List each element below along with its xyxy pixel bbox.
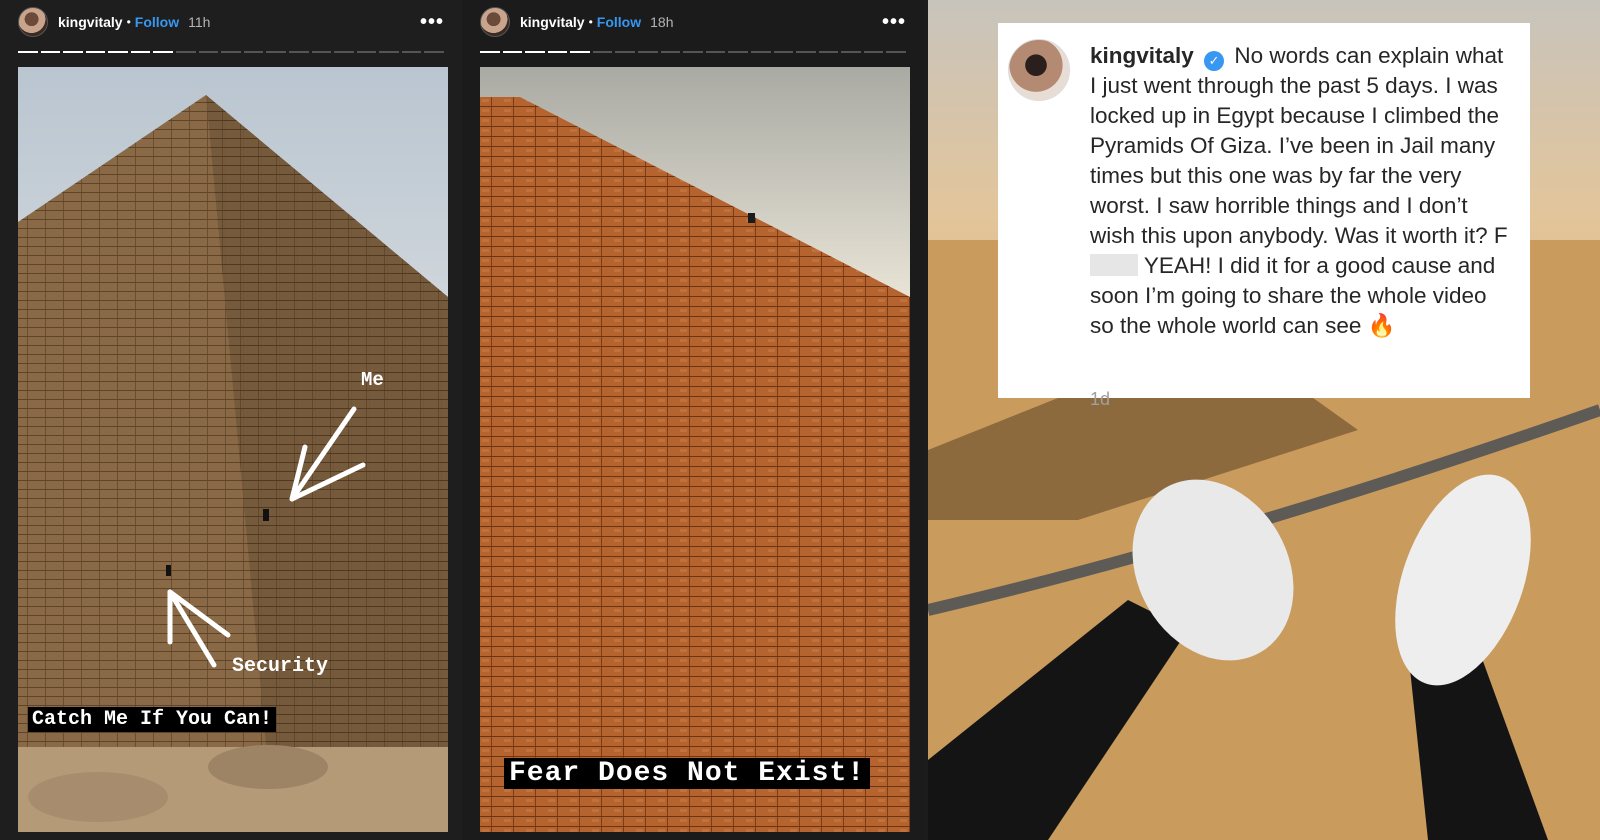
progress-segment: [356, 51, 377, 53]
label-security: Security: [232, 655, 329, 678]
progress-segment: [130, 51, 151, 53]
progress-segment: [480, 51, 500, 53]
progress-segment: [40, 51, 61, 53]
avatar[interactable]: [480, 7, 510, 37]
progress-segment: [502, 51, 523, 53]
progress-segment: [288, 51, 309, 53]
caption-card: kingvitaly ✓ No words can explain what I…: [998, 23, 1530, 409]
post-age: 1d: [1090, 389, 1111, 409]
story-photo: Me Security Catch Me If You Can!: [18, 67, 448, 832]
progress-segment: [63, 51, 83, 53]
more-options-icon[interactable]: •••: [882, 12, 906, 32]
follow-button[interactable]: Follow: [135, 14, 179, 30]
progress-segment: [334, 51, 354, 53]
progress-segment: [401, 51, 422, 53]
progress-segment: [525, 51, 545, 53]
separator-dot: •: [126, 15, 131, 29]
progress-segment: [592, 51, 613, 53]
follow-button[interactable]: Follow: [597, 14, 641, 30]
progress-segment: [841, 51, 861, 53]
progress-segment: [108, 51, 128, 53]
story-header: kingvitaly • Follow 11h •••: [18, 4, 444, 40]
separator-dot: •: [588, 15, 593, 29]
progress-segment: [266, 51, 286, 53]
story-caption: Fear Does Not Exist!: [504, 758, 871, 789]
story-panel-2: kingvitaly • Follow 18h ••• Fear Does No…: [462, 0, 924, 840]
post-caption: kingvitaly ✓ No words can explain what I…: [1090, 41, 1512, 341]
story-photo: Fear Does Not Exist!: [480, 67, 910, 832]
progress-segment: [153, 51, 174, 53]
progress-segment: [176, 51, 196, 53]
verified-badge-icon: ✓: [1204, 51, 1225, 71]
avatar[interactable]: [18, 7, 48, 37]
progress-segment: [796, 51, 816, 53]
avatar[interactable]: [1008, 39, 1070, 101]
story-progress-bar: [480, 51, 906, 53]
progress-segment: [638, 51, 658, 53]
progress-segment: [547, 51, 568, 53]
story-age: 18h: [650, 14, 674, 30]
username[interactable]: kingvitaly: [58, 14, 123, 30]
progress-segment: [311, 51, 332, 53]
progress-segment: [570, 51, 590, 53]
story-header: kingvitaly • Follow 18h •••: [480, 4, 906, 40]
caption-text-part-1: No words can explain what I just went th…: [1090, 43, 1508, 248]
pyramid-closeup-image: [480, 97, 910, 832]
redaction-box: [1090, 254, 1138, 276]
story-caption: Catch Me If You Can!: [28, 707, 277, 732]
progress-segment: [243, 51, 264, 53]
username[interactable]: kingvitaly: [520, 14, 585, 30]
progress-segment: [683, 51, 703, 53]
progress-segment: [863, 51, 884, 53]
progress-segment: [615, 51, 636, 53]
progress-segment: [660, 51, 681, 53]
progress-segment: [379, 51, 399, 53]
progress-segment: [221, 51, 241, 53]
caption-text-part-2: YEAH! I did it for a good cause and soon…: [1090, 253, 1496, 338]
progress-segment: [750, 51, 771, 53]
progress-segment: [424, 51, 444, 53]
progress-segment: [198, 51, 219, 53]
progress-segment: [85, 51, 106, 53]
story-age: 11h: [188, 14, 211, 30]
fire-emoji: 🔥: [1367, 313, 1396, 338]
progress-segment: [18, 51, 38, 53]
post-username[interactable]: kingvitaly: [1090, 43, 1194, 68]
progress-segment: [818, 51, 839, 53]
progress-segment: [728, 51, 748, 53]
progress-segment: [705, 51, 726, 53]
label-me: Me: [361, 369, 384, 391]
progress-segment: [886, 51, 906, 53]
story-panel-1: kingvitaly • Follow 11h ••• Me Security …: [0, 0, 462, 840]
progress-segment: [773, 51, 794, 53]
story-progress-bar: [18, 51, 444, 53]
post-panel: kingvitaly ✓ No words can explain what I…: [928, 0, 1600, 840]
more-options-icon[interactable]: •••: [420, 12, 444, 32]
